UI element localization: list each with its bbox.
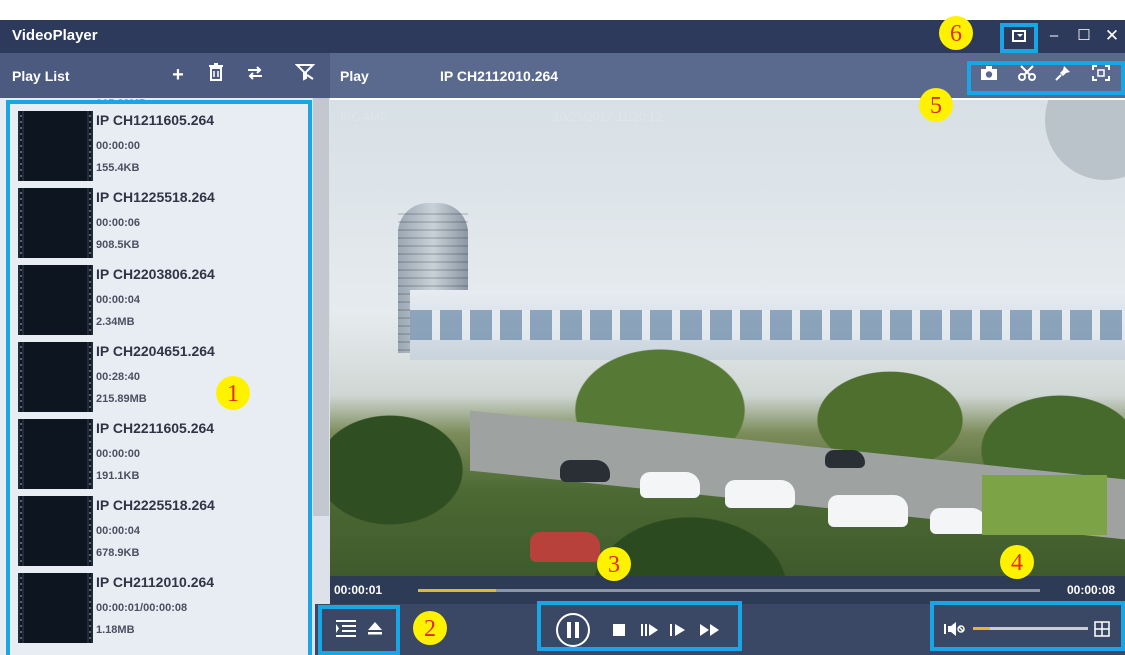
highlight-volume-controls [930, 601, 1125, 651]
seek-progress [418, 589, 496, 592]
video-frame[interactable]: IPC 4MP 10/25/2017 11:20:12 [330, 100, 1125, 576]
video-scene-car [560, 460, 610, 482]
marker-1: 1 [216, 376, 250, 410]
video-scene-car [640, 472, 700, 498]
current-time: 00:00:01 [334, 583, 383, 597]
highlight-play-toolbar [967, 61, 1125, 95]
highlight-playlist-controls [318, 605, 400, 655]
osd-channel: IPC 4MP [340, 110, 389, 124]
video-scene-car [725, 480, 795, 508]
filter-icon[interactable] [293, 63, 317, 87]
video-scene-car [828, 495, 908, 527]
seek-track[interactable] [418, 589, 1040, 592]
play-label: Play [340, 68, 369, 84]
highlight-playback-controls [537, 601, 742, 651]
playlist-scrollbar-thumb[interactable] [313, 98, 329, 516]
video-scene-car [530, 532, 600, 562]
video-scene-car [825, 450, 865, 468]
osd-timestamp: 10/25/2017 11:20:12 [553, 110, 663, 124]
playlist-title: Play List [12, 68, 70, 84]
seek-bar[interactable]: 00:00:01 00:00:08 [330, 576, 1125, 604]
marker-3: 3 [597, 547, 631, 581]
current-file-name: IP CH2112010.264 [440, 68, 559, 84]
marker-5: 5 [919, 88, 953, 122]
delete-icon[interactable] [204, 63, 228, 87]
close-button[interactable]: ✕ [1102, 26, 1122, 46]
loop-icon[interactable] [243, 63, 267, 87]
video-scene-corner [1045, 100, 1125, 180]
highlight-playlist [6, 100, 312, 655]
maximize-button[interactable]: ☐ [1074, 26, 1094, 46]
add-icon[interactable]: + [166, 63, 190, 87]
highlight-menu-button [1000, 23, 1038, 53]
marker-4: 4 [1000, 545, 1034, 579]
minimize-button[interactable]: – [1044, 26, 1064, 46]
window-title: VideoPlayer [12, 27, 98, 44]
marker-2: 2 [413, 611, 447, 645]
video-scene-car [930, 508, 986, 534]
playlist-header: Play List + [0, 53, 330, 98]
total-time: 00:00:08 [1067, 583, 1116, 597]
video-scene-lockers [982, 475, 1107, 535]
marker-6: 6 [939, 16, 973, 50]
